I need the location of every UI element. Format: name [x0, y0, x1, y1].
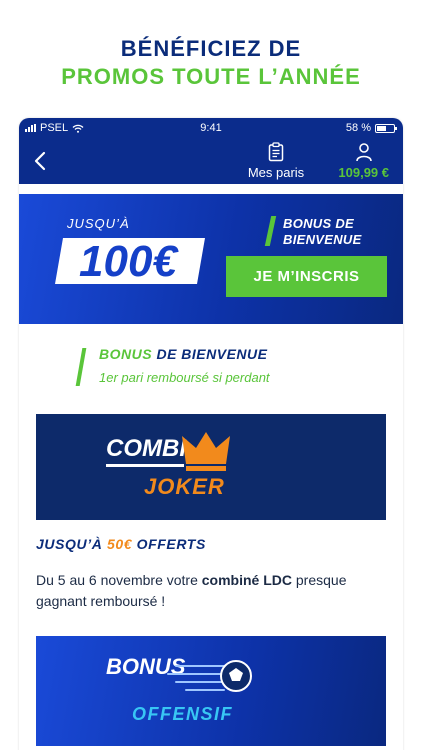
- battery-icon: [375, 123, 397, 133]
- svg-text:JOKER: JOKER: [144, 474, 225, 499]
- svg-text:BONUS: BONUS: [106, 654, 186, 679]
- welcome-bonus-banner: JUSQU’À 100€ BONUS DE BIENVENUE JE M’INS…: [19, 194, 403, 324]
- bonus-offensif-card[interactable]: BONUS OFFENSIF: [36, 636, 386, 746]
- combi-joker-logo: COMBI JOKER: [106, 432, 230, 499]
- headline-line-2: PROMOS TOUTE L’ANNÉE: [61, 64, 361, 89]
- welcome-subtitle: 1er pari remboursé si perdant: [99, 370, 270, 385]
- offer-title: JUSQU’À 50€ OFFERTS: [36, 536, 206, 552]
- nav-bar: Mes paris 109,99 €: [19, 138, 403, 184]
- welcome-title-accent: BONUS: [99, 346, 153, 362]
- offer-amount: 50€: [106, 536, 133, 552]
- svg-text:100€: 100€: [79, 237, 179, 286]
- user-icon: [355, 143, 372, 162]
- svg-text:OFFENSIF: OFFENSIF: [132, 704, 233, 724]
- crown-icon: [182, 432, 230, 471]
- account-balance: 109,99 €: [338, 165, 389, 180]
- my-bets-button[interactable]: Mes paris: [241, 142, 311, 180]
- svg-text:COMBI: COMBI: [106, 435, 187, 462]
- combi-joker-card[interactable]: COMBI JOKER: [36, 414, 386, 520]
- welcome-slash: [75, 348, 87, 386]
- offer-prefix: JUSQU’À: [36, 536, 103, 552]
- banner-bonus-label: BONUS DE BIENVENUE: [283, 216, 362, 248]
- banner-bonus-line-1: BONUS DE: [283, 216, 355, 231]
- chevron-left-icon[interactable]: [31, 150, 51, 172]
- offer-desc-bold: combiné LDC: [201, 572, 292, 588]
- banner-slash: [264, 216, 277, 246]
- battery-info: 58 %: [345, 122, 397, 134]
- banner-bonus-line-2: BIENVENUE: [283, 232, 362, 247]
- welcome-title: BONUS DE BIENVENUE: [99, 346, 267, 362]
- offer-description: Du 5 au 6 novembre votre combiné LDC pre…: [36, 570, 386, 612]
- banner-upto: JUSQU’À: [67, 216, 130, 231]
- clipboard-icon: [268, 142, 284, 162]
- my-bets-label: Mes paris: [247, 165, 305, 180]
- soccer-ball-icon: [220, 660, 252, 692]
- bonus-offensif-logo: BONUS OFFENSIF: [106, 654, 252, 724]
- headline-line-1: BÉNÉFICIEZ DE: [120, 36, 302, 61]
- phone-screen: PSEL 9:41 58 % Mes paris 109,99 € JUSQU’…: [19, 118, 403, 750]
- signup-button[interactable]: JE M’INSCRIS: [226, 256, 387, 297]
- account-button[interactable]: 109,99 €: [338, 142, 389, 180]
- status-bar: PSEL 9:41 58 %: [19, 118, 403, 138]
- offer-suffix: OFFERTS: [136, 536, 206, 552]
- welcome-title-rest: DE BIENVENUE: [156, 346, 268, 362]
- battery-percent: 58 %: [345, 122, 371, 134]
- offer-desc-before: Du 5 au 6 novembre votre: [36, 572, 202, 588]
- banner-amount: 100€: [55, 237, 205, 286]
